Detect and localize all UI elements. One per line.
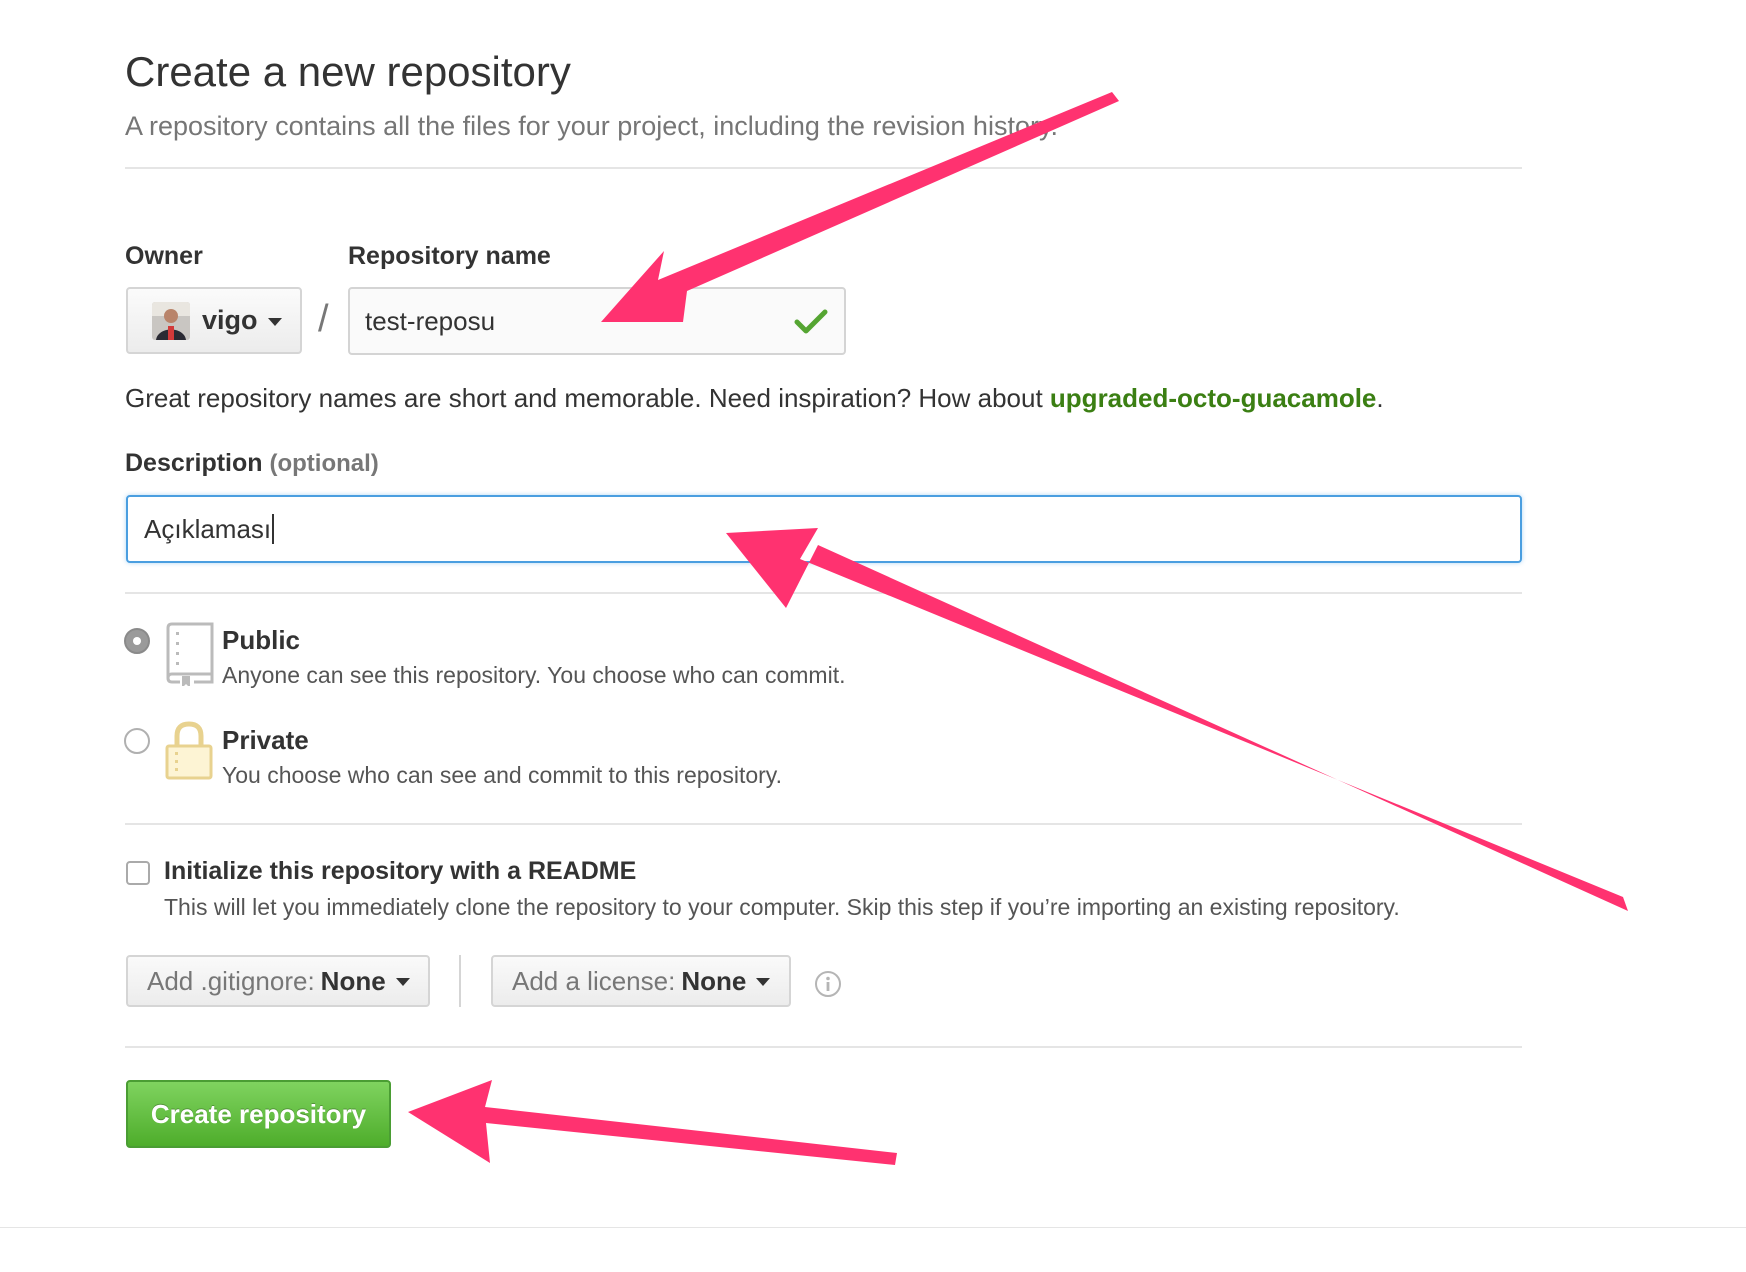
- public-radio[interactable]: [124, 628, 150, 654]
- public-desc: Anyone can see this repository. You choo…: [222, 662, 846, 688]
- annotation-arrow: [726, 528, 1628, 911]
- avatar: [152, 301, 190, 340]
- optional-tag: (optional): [269, 450, 379, 477]
- private-title: Private: [222, 725, 309, 755]
- name-hint-end: .: [1376, 383, 1384, 413]
- chevron-down-icon: [267, 317, 282, 326]
- repo-name-label: Repository name: [348, 242, 551, 270]
- owner-select[interactable]: vigo: [126, 287, 302, 354]
- gitignore-value: None: [320, 965, 386, 996]
- chevron-down-icon: [395, 978, 410, 986]
- description-input[interactable]: Açıklaması: [126, 495, 1522, 563]
- page-subtitle: A repository contains all the files for …: [125, 111, 1058, 141]
- owner-repo-separator: /: [318, 298, 329, 340]
- annotation-arrow: [408, 1080, 897, 1165]
- name-hint-text: Great repository names are short and mem…: [125, 383, 1050, 413]
- private-desc: You choose who can see and commit to thi…: [222, 762, 782, 788]
- description-divider: [125, 592, 1522, 594]
- page-title: Create a new repository: [125, 48, 571, 95]
- gitignore-select[interactable]: Add .gitignore: None: [126, 955, 430, 1007]
- private-radio[interactable]: [124, 728, 150, 754]
- license-prefix: Add a license:: [512, 965, 676, 996]
- footer-divider: [0, 1227, 1746, 1228]
- options-divider: [125, 1046, 1522, 1048]
- name-suggestion-link[interactable]: upgraded-octo-guacamole: [1050, 383, 1376, 413]
- description-label: Description (optional): [125, 449, 379, 478]
- owner-label: Owner: [125, 242, 203, 270]
- license-value: None: [681, 965, 747, 996]
- readme-desc: This will let you immediately clone the …: [164, 894, 1400, 920]
- check-icon: [794, 309, 828, 334]
- repo-name-value: test-reposu: [365, 305, 496, 336]
- info-icon[interactable]: [814, 970, 842, 998]
- select-separator: [459, 955, 461, 1007]
- repo-book-icon: [166, 622, 214, 686]
- public-title: Public: [222, 625, 301, 655]
- header-divider: [125, 167, 1522, 169]
- readme-title: Initialize this repository with a README: [164, 857, 637, 885]
- gitignore-prefix: Add .gitignore:: [147, 965, 315, 996]
- chevron-down-icon: [756, 978, 771, 986]
- readme-checkbox[interactable]: [126, 861, 150, 885]
- description-value: Açıklaması: [144, 513, 272, 544]
- name-hint: Great repository names are short and mem…: [125, 383, 1384, 414]
- create-repository-button[interactable]: Create repository: [126, 1080, 391, 1148]
- lock-icon: [165, 721, 213, 780]
- description-label-text: Description: [125, 449, 263, 477]
- owner-name: vigo: [202, 305, 258, 335]
- repo-name-input[interactable]: test-reposu: [348, 287, 846, 355]
- license-select[interactable]: Add a license: None: [491, 955, 791, 1007]
- text-cursor: [272, 514, 275, 544]
- visibility-divider: [125, 823, 1522, 825]
